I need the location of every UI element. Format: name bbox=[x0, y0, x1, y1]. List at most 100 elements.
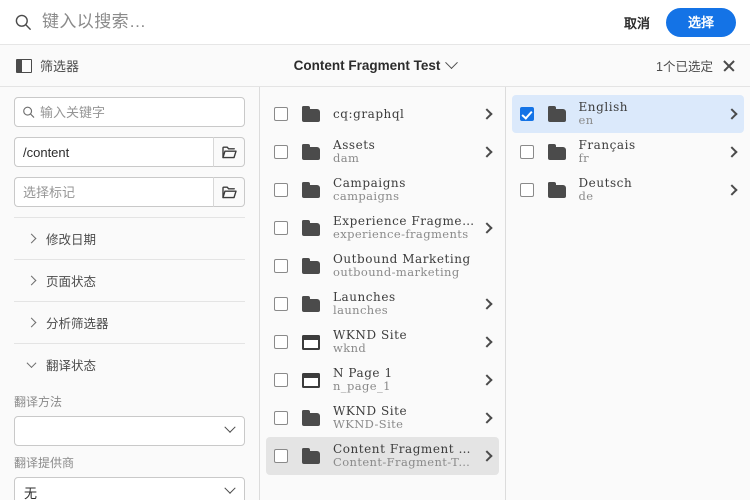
accordion-header[interactable]: 修改日期 bbox=[14, 218, 245, 259]
list-item-text: WKND Site WKND-Site bbox=[333, 404, 475, 432]
row-checkbox[interactable] bbox=[274, 449, 288, 463]
translation-filters: 翻译方法 翻译提供商 无 bbox=[14, 393, 245, 500]
path-input[interactable] bbox=[14, 137, 213, 167]
breadcrumb-title: Content Fragment Test bbox=[293, 57, 441, 73]
folder-icon bbox=[302, 257, 320, 274]
list-item-title: Outbound Marketing bbox=[333, 252, 471, 267]
page-icon bbox=[302, 334, 320, 350]
accordion-header[interactable]: 翻译状态 bbox=[14, 344, 245, 385]
row-checkbox[interactable] bbox=[519, 183, 534, 197]
selected-count-label: 1个已选定 bbox=[656, 60, 713, 74]
chevron-right-icon[interactable] bbox=[480, 146, 493, 158]
list-item[interactable]: WKND Site WKND-Site bbox=[266, 399, 499, 437]
picker-body: 修改日期 页面状态 分析筛选器 翻译状态 bbox=[0, 87, 750, 500]
filter-toggle-label: 筛选器 bbox=[40, 59, 80, 74]
chevron-right-icon[interactable] bbox=[726, 108, 738, 120]
translation-method-select[interactable] bbox=[14, 416, 245, 446]
accordion-analytics-filter: 分析筛选器 bbox=[14, 302, 245, 344]
cancel-button[interactable]: 取消 bbox=[614, 7, 660, 38]
list-item[interactable]: Assets dam bbox=[266, 133, 499, 171]
list-item-subtitle: WKND-Site bbox=[333, 418, 404, 432]
row-checkbox[interactable] bbox=[274, 373, 288, 387]
list-item[interactable]: cq:graphql bbox=[266, 95, 499, 133]
chevron-right-icon bbox=[26, 233, 37, 244]
chevron-right-icon[interactable] bbox=[480, 222, 493, 234]
column-content-tree[interactable]: cq:graphql Assets dam Campaigns campaigns Exp… bbox=[260, 87, 506, 500]
list-item[interactable]: Launches launches bbox=[266, 285, 499, 323]
list-item[interactable]: English en bbox=[511, 95, 744, 133]
search-icon bbox=[14, 13, 32, 31]
list-item-title: cq:graphql bbox=[333, 106, 405, 121]
breadcrumb[interactable]: Content Fragment Test bbox=[293, 55, 459, 73]
list-item[interactable]: Content Fragment Test Content-Fragment-Te… bbox=[266, 437, 499, 475]
keyword-field-wrapper bbox=[14, 97, 245, 127]
row-checkbox[interactable] bbox=[274, 107, 288, 121]
list-item-title: WKND Site bbox=[333, 328, 408, 343]
list-item-title: Experience Fragments bbox=[333, 214, 475, 229]
rail-panel-icon bbox=[16, 58, 32, 73]
row-checkbox[interactable] bbox=[274, 145, 288, 159]
translation-provider-select[interactable]: 无 bbox=[14, 477, 245, 500]
action-bar: 筛选器 Content Fragment Test 1个已选定 bbox=[0, 45, 750, 87]
list-item[interactable]: Deutsch de bbox=[512, 171, 745, 209]
chevron-right-icon[interactable] bbox=[726, 146, 738, 158]
list-item-subtitle: outbound-marketing bbox=[333, 266, 460, 280]
list-item[interactable]: N Page 1 n_page_1 bbox=[266, 361, 499, 399]
list-item[interactable]: Français fr bbox=[512, 133, 745, 171]
folder-icon bbox=[302, 447, 320, 464]
page-icon bbox=[302, 372, 320, 388]
keyword-input[interactable] bbox=[14, 97, 245, 127]
list-item-text: Français fr bbox=[579, 138, 721, 166]
translation-method-label: 翻译方法 bbox=[14, 395, 63, 409]
list-item-text: Launches launches bbox=[333, 290, 475, 318]
close-icon[interactable] bbox=[722, 59, 736, 73]
list-item[interactable]: Campaigns campaigns bbox=[266, 171, 499, 209]
row-checkbox[interactable] bbox=[274, 183, 288, 197]
chevron-down-icon bbox=[445, 55, 459, 69]
breadcrumb-container: Content Fragment Test bbox=[0, 55, 750, 75]
chevron-right-icon[interactable] bbox=[726, 184, 738, 196]
accordion-translation-status: 翻译状态 翻译方法 翻译提供商 无 bbox=[14, 344, 245, 500]
folder-icon bbox=[302, 105, 320, 122]
row-checkbox[interactable] bbox=[274, 411, 288, 425]
select-button[interactable]: 选择 bbox=[665, 7, 736, 37]
row-checkbox[interactable] bbox=[274, 221, 288, 235]
folder-open-icon[interactable] bbox=[213, 137, 245, 167]
list-item-subtitle: en bbox=[578, 114, 594, 128]
list-item-text: Deutsch de bbox=[579, 176, 721, 204]
list-item-title: Assets bbox=[333, 138, 376, 153]
accordion-header[interactable]: 页面状态 bbox=[14, 260, 245, 301]
filter-toggle-button[interactable]: 筛选器 bbox=[14, 52, 81, 79]
chevron-right-icon[interactable] bbox=[480, 298, 493, 310]
list-item[interactable]: Experience Fragments experience-fragments bbox=[266, 209, 499, 247]
path-field-row bbox=[14, 137, 245, 167]
row-checkbox[interactable] bbox=[519, 145, 534, 159]
chevron-right-icon[interactable] bbox=[480, 412, 493, 424]
list-item-text: Experience Fragments experience-fragments bbox=[333, 214, 475, 242]
folder-icon bbox=[302, 295, 320, 312]
column-languages[interactable]: English en Français fr Deutsch de bbox=[505, 87, 750, 500]
tag-input[interactable] bbox=[14, 177, 213, 207]
accordion-label: 翻译状态 bbox=[46, 359, 97, 373]
chevron-down-icon bbox=[26, 358, 37, 369]
folder-open-icon[interactable] bbox=[213, 177, 245, 207]
chevron-right-icon[interactable] bbox=[480, 450, 493, 462]
row-checkbox[interactable] bbox=[274, 259, 288, 273]
accordion-label: 页面状态 bbox=[46, 275, 97, 289]
list-item[interactable]: WKND Site wknd bbox=[266, 323, 499, 361]
list-item-text: Assets dam bbox=[333, 138, 475, 166]
list-item-title: Français bbox=[578, 138, 636, 153]
accordion-header[interactable]: 分析筛选器 bbox=[14, 302, 245, 343]
row-checkbox[interactable] bbox=[519, 107, 534, 121]
chevron-right-icon[interactable] bbox=[480, 108, 493, 120]
folder-icon bbox=[302, 181, 320, 198]
row-checkbox[interactable] bbox=[274, 335, 288, 349]
folder-icon bbox=[547, 105, 566, 122]
row-checkbox[interactable] bbox=[274, 297, 288, 311]
list-item[interactable]: Outbound Marketing outbound-marketing bbox=[266, 247, 499, 285]
list-item-subtitle: Content-Fragment-Test bbox=[333, 456, 475, 470]
search-input[interactable] bbox=[42, 12, 614, 32]
chevron-right-icon[interactable] bbox=[480, 374, 493, 386]
chevron-right-icon[interactable] bbox=[480, 336, 493, 348]
list-item-title: English bbox=[578, 100, 629, 115]
